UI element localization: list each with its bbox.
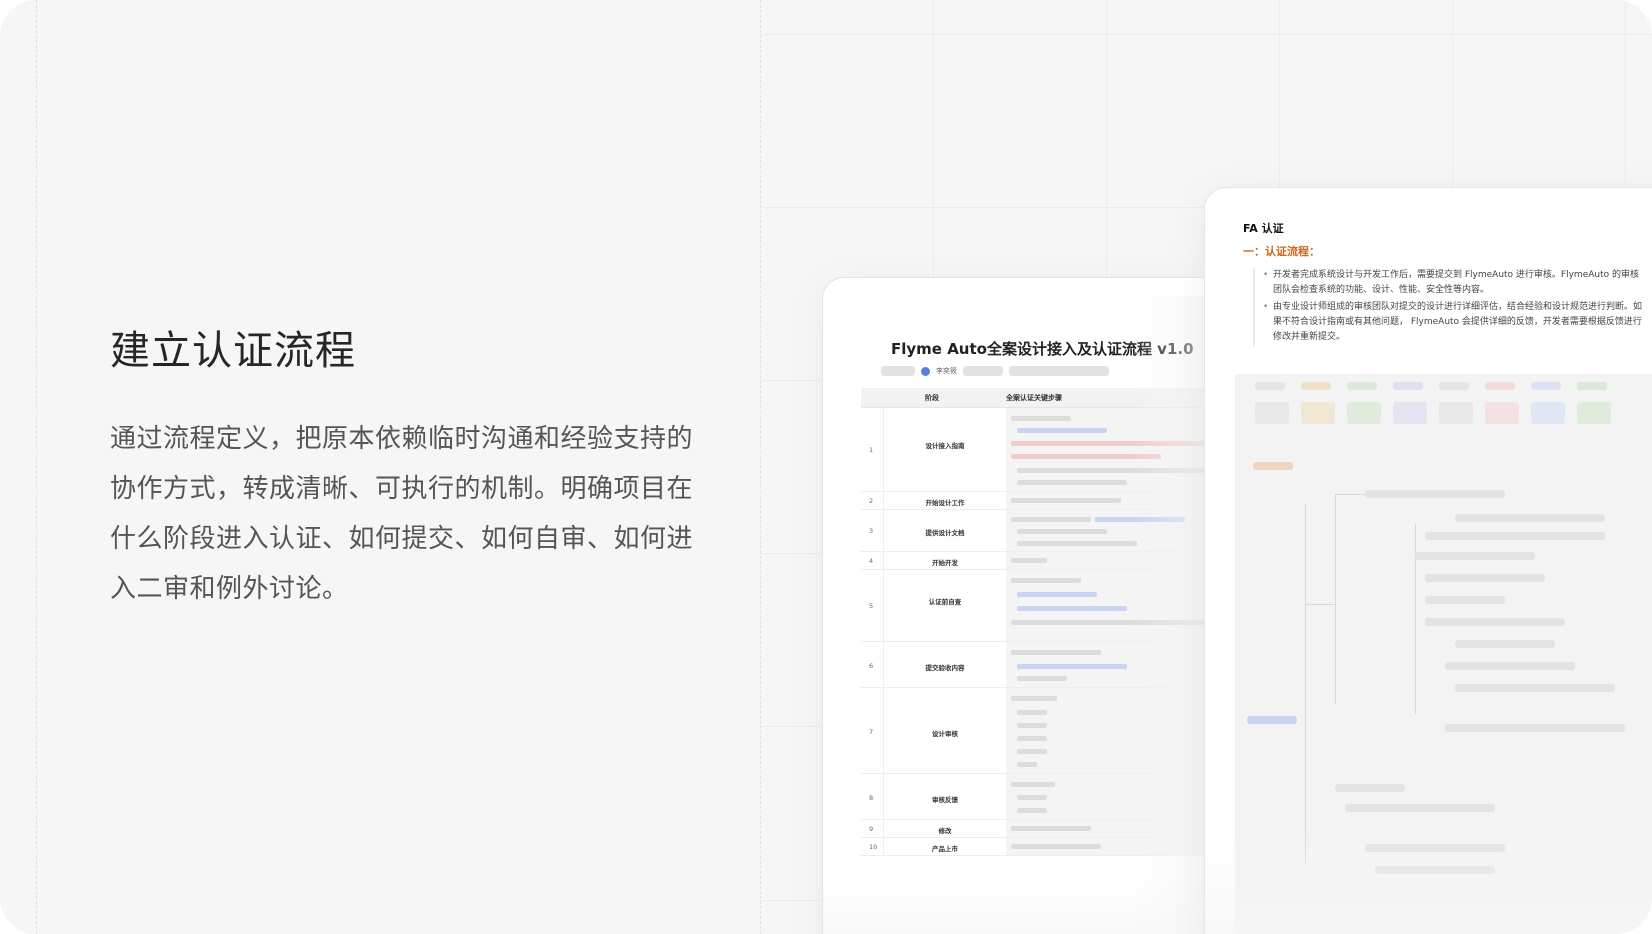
section-description: 通过流程定义，把原本依赖临时沟通和经验支持的协作方式，转成清晰、可执行的机制。明…: [110, 424, 694, 604]
paragraph: 由专业设计师组成的审核团队对提交的设计进行详细评估，结合经验和设计规范进行判断。…: [1263, 300, 1643, 345]
certification-doc-card: FA 认证 一：认证流程： 开发者完成系统设计与开发工作后，需要提交到 Flym…: [1204, 187, 1652, 934]
slide-page: 建立认证流程 通过流程定义，把原本依赖临时沟通和经验支持的协作方式，转成清晰、可…: [0, 0, 1652, 934]
doc-meta: 李奕筱: [881, 364, 1109, 378]
blurred-meta: [1009, 366, 1109, 376]
process-doc-card: Flyme Auto全案设计接入及认证流程 v1.0 李奕筱 阶段 全案认证关键…: [822, 277, 1242, 934]
doc-page: Flyme Auto全案设计接入及认证流程 v1.0 李奕筱 阶段 全案认证关键…: [841, 296, 1241, 934]
blurred-meta: [963, 366, 1003, 376]
fade-overlay: [1205, 826, 1652, 934]
section-subtitle: 一：认证流程：: [1243, 245, 1320, 258]
fade-overlay: [823, 876, 1241, 934]
doc-title: FA 认证: [1243, 222, 1284, 235]
column-header: 全案认证关键步骤: [1006, 394, 1062, 402]
section-heading: 建立认证流程: [110, 328, 356, 374]
avatar: [921, 366, 930, 376]
doc-author: 李奕筱: [936, 367, 957, 375]
guide-line: [36, 0, 37, 934]
paragraph: 开发者完成系统设计与开发工作后，需要提交到 FlymeAuto 进行审核。Fly…: [1263, 268, 1643, 298]
quote-block: 开发者完成系统设计与开发工作后，需要提交到 FlymeAuto 进行审核。Fly…: [1253, 268, 1643, 347]
guide-line: [760, 0, 761, 934]
column-header: 阶段: [925, 394, 939, 402]
grid-line: [760, 34, 1652, 35]
blurred-meta: [881, 366, 915, 376]
